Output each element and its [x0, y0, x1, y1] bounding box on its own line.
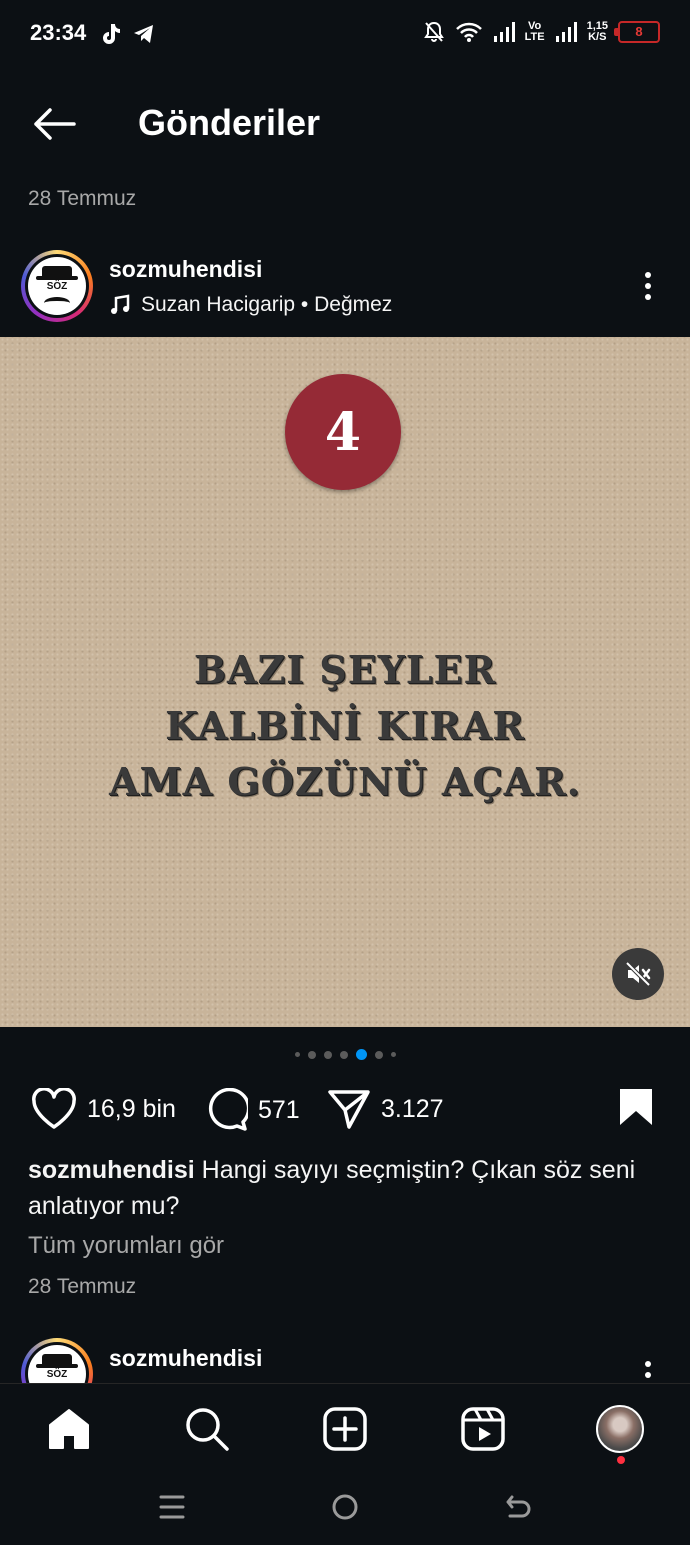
save-button[interactable]: [618, 1087, 654, 1132]
bookmark-icon: [620, 1089, 652, 1125]
likes-count: 16,9 bin: [87, 1094, 176, 1123]
mute-button[interactable]: [612, 948, 664, 1000]
tiktok-icon: [103, 24, 120, 44]
wifi-icon: [455, 22, 482, 42]
status-time: 23:34: [30, 20, 87, 45]
post-media[interactable]: 4 BAZI ŞEYLER KALBİNİ KIRAR AMA GÖZÜNÜ A…: [0, 337, 690, 1027]
menu-lines-icon: [159, 1495, 185, 1519]
recents-button[interactable]: [158, 1493, 186, 1526]
number-badge: 4: [285, 374, 401, 490]
back-system-button[interactable]: [504, 1493, 532, 1526]
profile-avatar: [596, 1405, 644, 1453]
bottom-navigation: [0, 1383, 690, 1472]
battery-indicator: 8: [614, 21, 660, 43]
carousel-dot: [323, 1050, 332, 1059]
carousel-dot: [339, 1050, 348, 1059]
speaker-muted-icon: [625, 961, 651, 987]
signal-icon-2: [555, 22, 577, 42]
volte-label: Vo LTE: [524, 20, 545, 43]
network-speed: 1,15 K/S: [586, 20, 608, 43]
status-app-icons: [100, 22, 156, 46]
create-icon: [323, 1407, 367, 1451]
audio-label: Suzan Hacigarip • Değmez: [141, 293, 393, 316]
reels-icon: [461, 1407, 505, 1451]
page-title: Gönderiler: [138, 102, 321, 143]
nav-search[interactable]: [182, 1404, 232, 1454]
like-button[interactable]: 16,9 bin: [31, 1088, 176, 1130]
view-all-comments-link[interactable]: Tüm yorumları gör: [28, 1232, 224, 1260]
search-icon: [186, 1408, 229, 1451]
post-avatar[interactable]: SÖZ: [21, 250, 93, 322]
arrow-left-icon: [34, 108, 76, 140]
send-icon: [328, 1090, 370, 1129]
system-navigation-bar: [0, 1471, 690, 1545]
back-arrow-icon: [506, 1495, 531, 1518]
carousel-dot: [390, 1052, 396, 1057]
carousel-dot: [374, 1050, 383, 1059]
carousel-dot: [294, 1052, 300, 1057]
back-button[interactable]: [30, 104, 78, 144]
post-date: 28 Temmuz: [28, 1275, 137, 1298]
shares-count: 3.127: [381, 1094, 444, 1123]
quote-text: BAZI ŞEYLER KALBİNİ KIRAR AMA GÖZÜNÜ AÇA…: [109, 647, 581, 804]
post-username[interactable]: sozmuhendisi: [109, 256, 262, 283]
music-note-icon: [111, 294, 130, 314]
comments-count: 571: [258, 1095, 300, 1124]
carousel-dot-active: [355, 1049, 367, 1060]
more-options-button[interactable]: [645, 272, 653, 305]
next-post-username[interactable]: sozmuhendisi: [109, 1345, 262, 1372]
nav-create[interactable]: [320, 1404, 370, 1454]
heart-icon: [32, 1088, 76, 1129]
status-system-icons: Vo LTE 1,15 K/S 8: [423, 20, 660, 44]
telegram-icon: [134, 25, 153, 43]
nav-home[interactable]: [44, 1404, 94, 1454]
post-caption: sozmuhendisi Hangi sayıyı seçmiştin? Çık…: [28, 1152, 668, 1224]
home-system-button[interactable]: [331, 1493, 359, 1526]
share-button[interactable]: 3.127: [327, 1088, 444, 1130]
mute-notifications-icon: [423, 21, 444, 42]
carousel-dot: [307, 1050, 316, 1059]
carousel-indicator: [0, 1049, 690, 1060]
circle-icon: [332, 1494, 358, 1520]
comment-icon: [208, 1088, 248, 1131]
caption-username[interactable]: sozmuhendisi: [28, 1156, 195, 1184]
home-icon: [49, 1409, 89, 1449]
section-date: 28 Temmuz: [28, 187, 137, 210]
comment-button[interactable]: 571: [204, 1088, 300, 1132]
nav-profile[interactable]: [595, 1404, 645, 1454]
signal-icon: [493, 22, 515, 42]
nav-reels[interactable]: [458, 1404, 508, 1454]
notification-dot: [617, 1456, 625, 1464]
post-audio[interactable]: Suzan Hacigarip • Değmez: [109, 293, 392, 317]
